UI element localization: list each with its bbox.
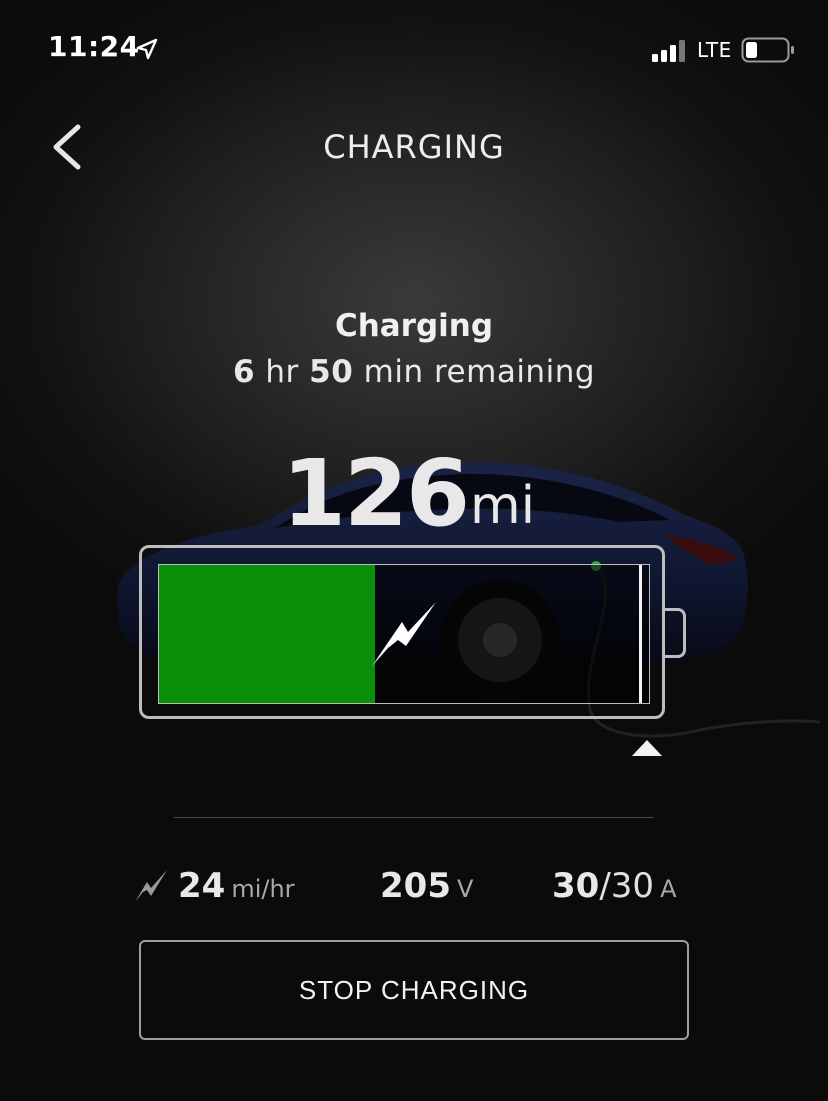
battery-charge-fill xyxy=(159,565,375,703)
battery-gauge-terminal xyxy=(662,608,686,658)
charge-rate: 24 mi/hr xyxy=(178,866,295,906)
charging-status: Charging xyxy=(334,308,494,344)
voltage-unit: V xyxy=(456,875,474,903)
time-remaining: 6 hr 50 min remaining xyxy=(0,354,828,390)
hours-unit: hr xyxy=(265,354,299,390)
current-max: 30 xyxy=(610,866,655,906)
hours-value: 6 xyxy=(232,354,256,390)
minutes-value: 50 xyxy=(309,354,354,390)
range-value: 126 xyxy=(282,440,470,547)
range-unit: mi xyxy=(470,476,536,536)
current-value: 30 xyxy=(552,866,600,906)
charge-limit-line xyxy=(639,565,642,703)
current: 30/30 A xyxy=(552,866,676,906)
phone-battery-icon xyxy=(741,37,794,63)
network-label: LTE xyxy=(697,38,732,62)
cellular-signal-icon xyxy=(652,40,685,62)
divider xyxy=(174,817,654,818)
minutes-unit: min remaining xyxy=(363,354,596,390)
charge-rate-value: 24 xyxy=(178,866,226,906)
current-separator: / xyxy=(599,866,611,906)
page-title: CHARGING xyxy=(323,128,505,166)
lightning-bolt-icon xyxy=(372,602,436,666)
charge-limit-slider-handle[interactable] xyxy=(631,739,663,757)
location-arrow-icon xyxy=(136,38,158,60)
voltage: 205 V xyxy=(380,866,473,906)
current-unit: A xyxy=(660,875,677,903)
voltage-value: 205 xyxy=(380,866,451,906)
status-time: 11:24 xyxy=(48,30,140,63)
stop-charging-button[interactable]: STOP CHARGING xyxy=(139,940,689,1040)
charge-rate-icon xyxy=(135,870,167,902)
charge-rate-unit: mi/hr xyxy=(231,875,295,903)
